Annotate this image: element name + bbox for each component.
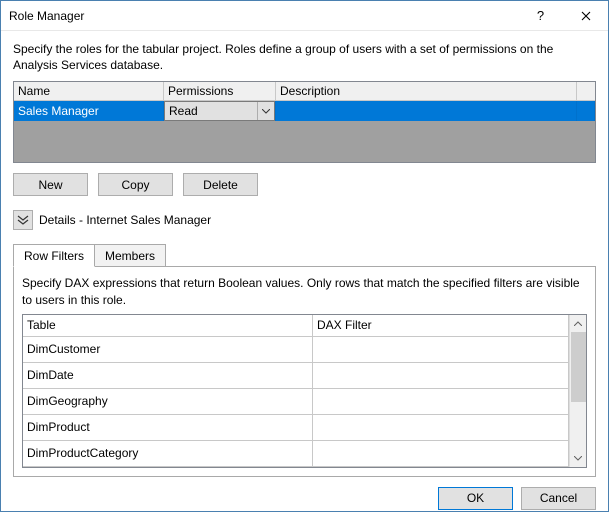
row-filters-instructions: Specify DAX expressions that return Bool…: [22, 275, 587, 307]
permissions-value: Read: [169, 104, 198, 118]
filter-table-cell[interactable]: DimProductCategory: [23, 441, 313, 467]
filter-dax-cell[interactable]: [313, 389, 569, 415]
filter-header-table[interactable]: Table: [23, 315, 313, 337]
row-filters-panel: Specify DAX expressions that return Bool…: [13, 266, 596, 476]
ok-button[interactable]: OK: [438, 487, 513, 510]
scroll-thumb[interactable]: [571, 332, 586, 402]
details-label: Details - Internet Sales Manager: [39, 213, 211, 227]
filter-dax-cell[interactable]: [313, 363, 569, 389]
roles-grid[interactable]: Name Permissions Description Sales Manag…: [13, 81, 596, 163]
filter-header-dax[interactable]: DAX Filter: [313, 315, 569, 337]
filter-dax-cell[interactable]: [313, 337, 569, 363]
permissions-combo[interactable]: Read: [164, 101, 275, 121]
chevron-down-icon: [257, 102, 274, 120]
dialog-instructions: Specify the roles for the tabular projec…: [13, 41, 596, 73]
filter-table-cell[interactable]: DimProduct: [23, 415, 313, 441]
window-title: Role Manager: [9, 9, 518, 23]
row-filters-grid[interactable]: Table DAX Filter DimCustomerDimDateDimGe…: [23, 315, 569, 467]
filter-table-cell[interactable]: DimGeography: [23, 389, 313, 415]
scroll-up-icon[interactable]: [570, 315, 586, 332]
roles-header-permissions[interactable]: Permissions: [164, 82, 276, 101]
filter-dax-cell[interactable]: [313, 415, 569, 441]
filter-row[interactable]: DimProduct: [23, 415, 569, 441]
delete-button[interactable]: Delete: [183, 173, 258, 196]
filter-row[interactable]: DimDate: [23, 363, 569, 389]
filter-row[interactable]: DimGeography: [23, 389, 569, 415]
details-toggle-button[interactable]: [13, 210, 33, 230]
help-button[interactable]: ?: [518, 1, 563, 31]
filter-table-cell[interactable]: DimCustomer: [23, 337, 313, 363]
roles-header-name[interactable]: Name: [14, 82, 164, 101]
role-description-cell[interactable]: [276, 101, 577, 121]
vertical-scrollbar[interactable]: [569, 315, 586, 467]
tab-row-filters[interactable]: Row Filters: [13, 244, 95, 267]
scroll-down-icon[interactable]: [570, 450, 586, 467]
copy-button[interactable]: Copy: [98, 173, 173, 196]
filter-dax-cell[interactable]: [313, 441, 569, 467]
filter-row[interactable]: DimCustomer: [23, 337, 569, 363]
tab-members[interactable]: Members: [95, 244, 166, 266]
new-button[interactable]: New: [13, 173, 88, 196]
roles-header-description[interactable]: Description: [276, 82, 577, 101]
role-row[interactable]: Sales Manager Read: [14, 101, 595, 121]
filter-row[interactable]: DimProductCategory: [23, 441, 569, 467]
titlebar: Role Manager ?: [1, 1, 608, 31]
close-button[interactable]: [563, 1, 608, 31]
role-name-cell[interactable]: Sales Manager: [14, 101, 164, 121]
cancel-button[interactable]: Cancel: [521, 487, 596, 510]
filter-table-cell[interactable]: DimDate: [23, 363, 313, 389]
